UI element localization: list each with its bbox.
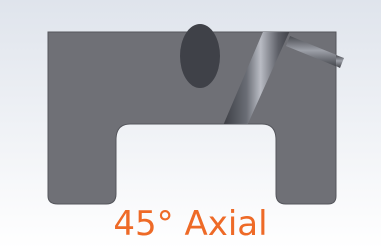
view-caption: 45° Axial (113, 204, 268, 244)
oval-hole (180, 24, 220, 88)
